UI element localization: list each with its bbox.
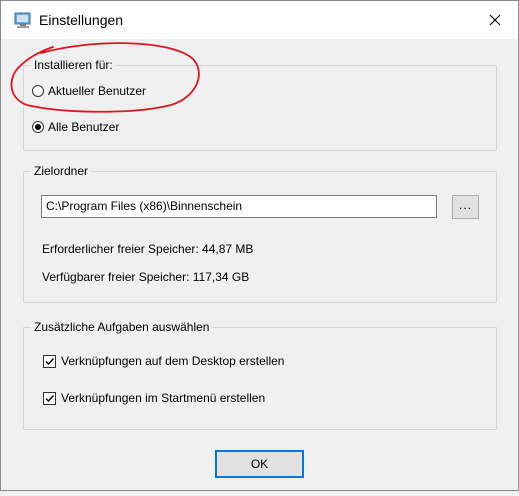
target-folder-title: Zielordner xyxy=(31,163,92,179)
install-for-group: Installieren für: xyxy=(23,57,497,151)
checkmark-icon xyxy=(45,394,55,402)
additional-tasks-title: Zusätzliche Aufgaben auswählen xyxy=(31,319,213,335)
app-settings-icon xyxy=(14,12,31,28)
radio-all-users-circle[interactable] xyxy=(32,121,44,133)
install-for-title: Installieren für: xyxy=(31,57,116,73)
window-title: Einstellungen xyxy=(39,12,124,28)
available-space-text: Verfügbarer freier Speicher: 117,34 GB xyxy=(42,270,250,284)
required-space-text: Erforderlicher freier Speicher: 44,87 MB xyxy=(42,242,254,256)
checkbox-desktop-shortcut[interactable]: Verknüpfungen auf dem Desktop erstellen xyxy=(43,352,284,370)
title-bar[interactable]: Einstellungen xyxy=(1,1,518,39)
close-button[interactable] xyxy=(472,1,518,39)
checkbox-startmenu-shortcut[interactable]: Verknüpfungen im Startmenü erstellen xyxy=(43,389,265,407)
close-icon xyxy=(489,14,501,26)
radio-all-users-label: Alle Benutzer xyxy=(48,120,120,134)
checkbox-startmenu-label: Verknüpfungen im Startmenü erstellen xyxy=(61,391,266,405)
radio-current-user-circle[interactable] xyxy=(32,85,44,97)
radio-current-user[interactable]: Aktueller Benutzer xyxy=(32,82,146,100)
settings-dialog: Einstellungen Installieren für: Aktuelle… xyxy=(0,0,519,491)
install-path-input[interactable]: C:\Program Files (x86)\Binnenschein xyxy=(41,195,437,218)
checkbox-startmenu-box[interactable] xyxy=(43,391,56,405)
checkbox-desktop-box[interactable] xyxy=(43,354,56,368)
browse-button[interactable]: ... xyxy=(452,195,479,219)
checkmark-icon xyxy=(45,357,55,365)
checkbox-desktop-label: Verknüpfungen auf dem Desktop erstellen xyxy=(61,354,285,368)
radio-all-users[interactable]: Alle Benutzer xyxy=(32,118,119,136)
radio-current-user-label: Aktueller Benutzer xyxy=(48,84,147,98)
ok-button[interactable]: OK xyxy=(215,450,304,478)
additional-tasks-group: Zusätzliche Aufgaben auswählen xyxy=(23,319,497,430)
